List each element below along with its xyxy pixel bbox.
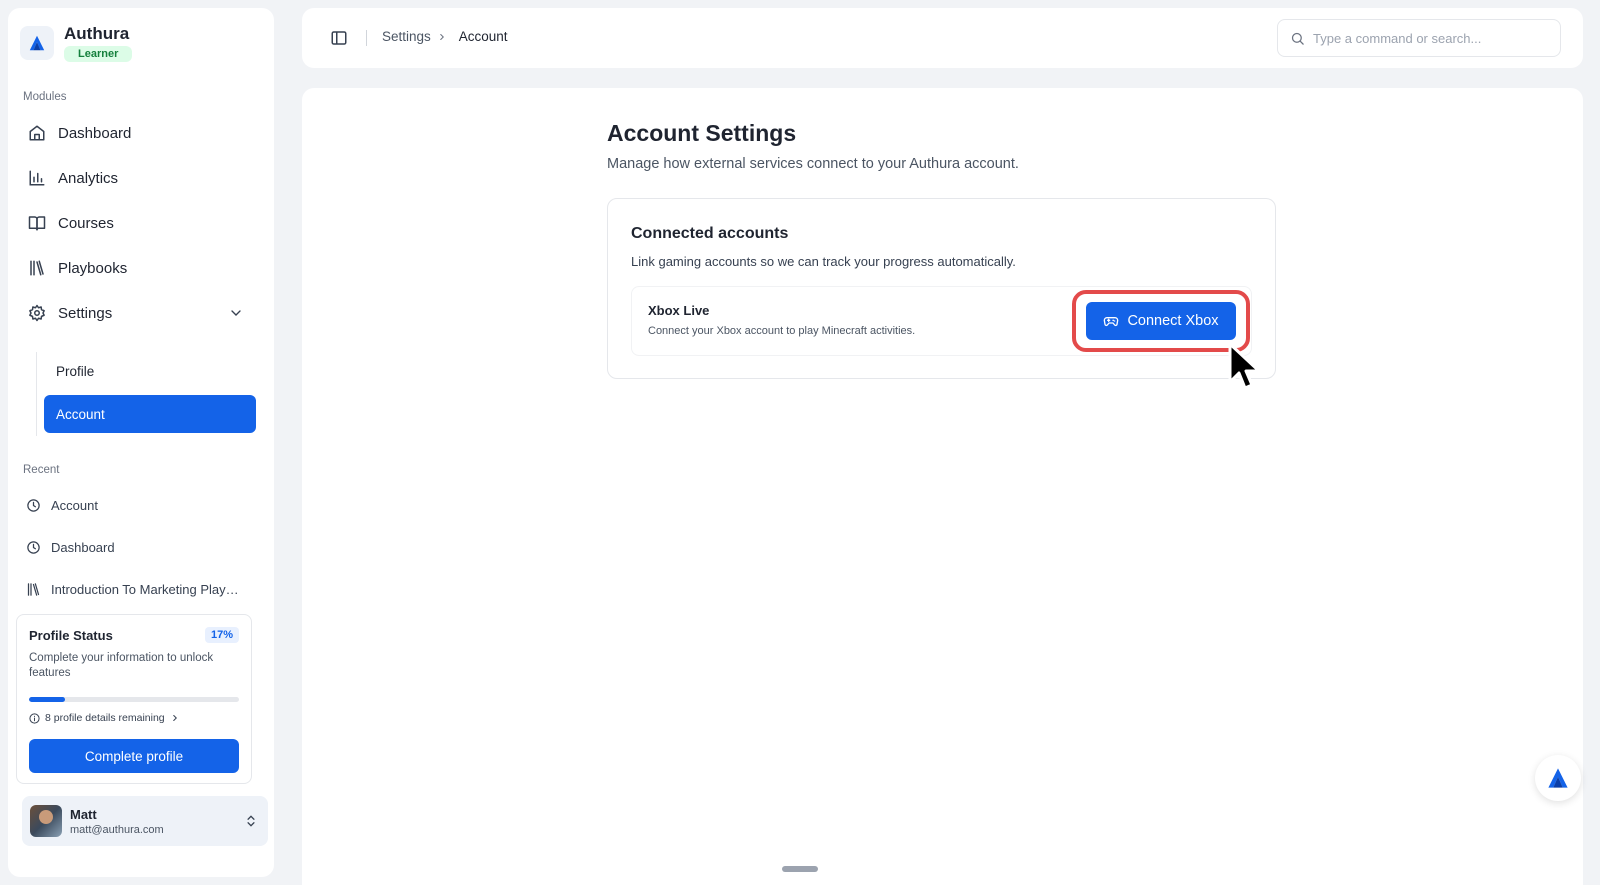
recent-item-playbook[interactable]: Introduction To Marketing Playbooks — [26, 575, 258, 603]
sidebar-item-analytics[interactable]: Analytics — [26, 160, 258, 196]
search-placeholder: Type a command or search... — [1313, 30, 1482, 46]
recent-item-label: Account — [51, 497, 98, 513]
page-title: Account Settings — [607, 120, 797, 146]
sidebar-item-courses[interactable]: Courses — [26, 205, 258, 241]
sidebar-item-playbooks[interactable]: Playbooks — [26, 250, 258, 286]
connected-accounts-description: Link gaming accounts so we can track you… — [631, 254, 1016, 269]
recent-label: Recent — [23, 464, 60, 476]
authura-logo-icon — [20, 26, 54, 60]
sidebar-subitem-profile[interactable]: Profile — [44, 352, 256, 390]
sidebar-item-dashboard[interactable]: Dashboard — [26, 115, 258, 151]
command-search-input[interactable]: Type a command or search... — [1277, 19, 1561, 57]
recent-item-label: Introduction To Marketing Playbooks — [51, 581, 243, 597]
subitem-label: Account — [56, 406, 105, 422]
library-icon — [30, 260, 44, 276]
profile-status-title: Profile Status — [29, 627, 113, 643]
chevron-right-icon — [440, 33, 444, 40]
service-description: Connect your Xbox account to play Minecr… — [648, 325, 916, 337]
connect-xbox-button[interactable]: Connect Xbox — [1086, 302, 1236, 340]
profile-progress-bar — [29, 697, 239, 702]
service-name: Xbox Live — [648, 303, 710, 318]
book-icon — [28, 216, 46, 231]
authura-logo-icon — [1548, 768, 1568, 788]
sidebar-item-label: Dashboard — [58, 124, 132, 142]
connected-accounts-card: Connected accounts Link gaming accounts … — [607, 198, 1276, 379]
chevron-down-icon[interactable] — [228, 305, 244, 321]
profile-progress-fill — [29, 697, 65, 702]
top-header: Settings Account Type a command or searc… — [302, 8, 1583, 68]
sidebar-subitem-account[interactable]: Account — [44, 395, 256, 433]
assistant-launcher-button[interactable] — [1535, 755, 1581, 801]
info-icon — [29, 712, 40, 724]
gear-icon — [29, 304, 45, 322]
xbox-live-row: Xbox Live Connect your Xbox account to p… — [631, 286, 1252, 356]
sidebar: Authura Learner Modules Dashboard Analyt… — [8, 8, 274, 877]
chevrons-up-down-icon — [247, 815, 255, 827]
clock-icon — [27, 498, 40, 512]
profile-remaining-link[interactable]: 8 profile details remaining — [29, 712, 239, 724]
mouse-cursor-icon — [1228, 342, 1261, 390]
recent-item-label: Dashboard — [51, 539, 115, 555]
profile-percent-badge: 17% — [204, 627, 239, 643]
library-icon — [27, 582, 40, 596]
user-menu[interactable]: Matt matt@authura.com — [22, 796, 268, 846]
breadcrumb-settings[interactable]: Settings — [382, 29, 431, 44]
clock-icon — [27, 540, 40, 554]
user-email: matt@authura.com — [70, 823, 164, 836]
avatar — [30, 805, 62, 837]
modules-label: Modules — [23, 91, 67, 103]
app-name: Authura — [64, 24, 130, 43]
recent-item-account[interactable]: Account — [26, 491, 258, 519]
breadcrumb: Settings Account — [382, 29, 508, 44]
sidebar-item-label: Settings — [58, 304, 113, 322]
header-divider — [366, 30, 367, 46]
connect-xbox-label: Connect Xbox — [1127, 313, 1219, 329]
profile-status-description: Complete your information to unlock feat… — [29, 652, 214, 679]
sidebar-item-label: Analytics — [58, 169, 119, 187]
sidebar-toggle-icon[interactable] — [330, 29, 348, 47]
remaining-text: 8 profile details remaining — [45, 712, 165, 724]
gamepad-icon — [1104, 317, 1119, 327]
breadcrumb-account: Account — [458, 29, 508, 44]
chevron-right-icon — [172, 714, 177, 722]
drag-handle[interactable] — [782, 866, 818, 872]
search-icon — [1291, 32, 1304, 45]
bar-chart-icon — [29, 170, 45, 186]
home-icon — [29, 125, 45, 141]
role-badge: Learner — [64, 46, 133, 62]
connected-accounts-title: Connected accounts — [631, 225, 789, 242]
subitem-label: Profile — [56, 363, 95, 379]
sidebar-item-label: Courses — [58, 214, 114, 232]
complete-profile-button[interactable]: Complete profile — [29, 739, 239, 773]
profile-status-card: Profile Status 17% Complete your informa… — [16, 614, 252, 784]
user-name: Matt — [70, 806, 97, 822]
recent-item-dashboard[interactable]: Dashboard — [26, 533, 258, 561]
sidebar-item-settings[interactable]: Settings — [26, 295, 258, 331]
connect-highlight: Connect Xbox — [1072, 290, 1250, 352]
brand[interactable]: Authura Learner — [20, 24, 133, 62]
main-content: Account Settings Manage how external ser… — [302, 88, 1583, 885]
page-subtitle: Manage how external services connect to … — [607, 156, 1019, 172]
subnav-line — [36, 352, 37, 436]
sidebar-item-label: Playbooks — [58, 259, 128, 277]
